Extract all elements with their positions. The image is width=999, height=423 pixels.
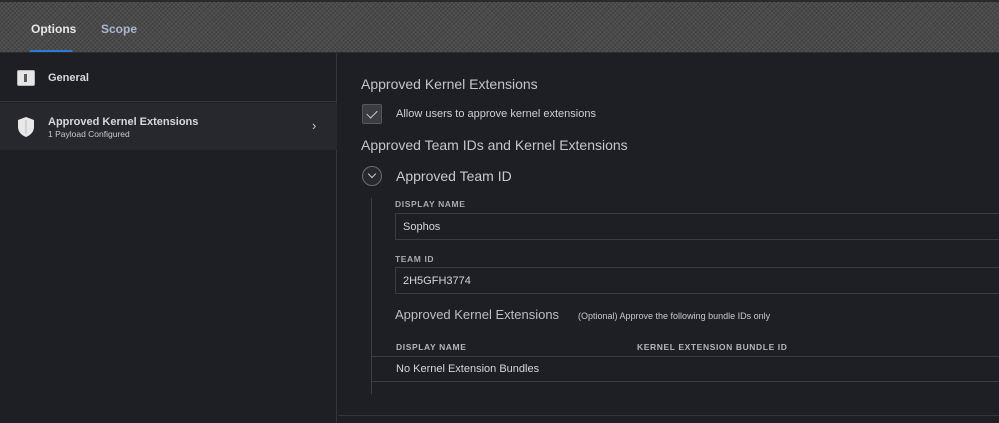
team-ids-section-title: Approved Team IDs and Kernel Extensions — [361, 137, 628, 153]
sidebar-item-label: Approved Kernel Extensions — [48, 116, 199, 128]
column-header-display-name: DISPLAY NAME — [396, 342, 467, 352]
section-title: Approved Kernel Extensions — [361, 76, 538, 92]
kext-optional-note: (Optional) Approve the following bundle … — [578, 311, 771, 321]
sidebar-item-approved-kernel-extensions[interactable]: Approved Kernel Extensions 1 Payload Con… — [0, 103, 337, 150]
allow-users-approve-checkbox[interactable] — [362, 104, 382, 124]
table-row: No Kernel Extension Bundles — [372, 358, 999, 382]
active-tab-indicator — [30, 50, 72, 52]
sidebar-item-sublabel: 1 Payload Configured — [48, 129, 130, 139]
document-icon — [17, 70, 35, 86]
team-entry-title: Approved Team ID — [396, 168, 512, 184]
chevron-right-icon: › — [312, 118, 317, 133]
tab-scope[interactable]: Scope — [101, 22, 137, 36]
column-header-bundle-id: KERNEL EXTENSION BUNDLE ID — [637, 342, 788, 352]
collapse-team-button[interactable] — [362, 166, 382, 186]
kext-subsection-title: Approved Kernel Extensions — [395, 307, 560, 322]
top-tab-bar: Options Scope — [0, 0, 999, 53]
sidebar-item-general[interactable]: General — [0, 53, 337, 102]
shield-icon — [18, 117, 34, 137]
allow-users-approve-label: Allow users to approve kernel extensions — [396, 108, 596, 120]
team-id-label: TEAM ID — [395, 254, 435, 264]
payload-sidebar: General Approved Kernel Extensions 1 Pay… — [0, 53, 337, 423]
payload-settings-panel: Approved Kernel Extensions Allow users t… — [338, 53, 999, 423]
divider — [338, 415, 999, 416]
tab-options[interactable]: Options — [31, 22, 76, 36]
display-name-label: DISPLAY NAME — [395, 199, 466, 209]
team-id-input[interactable]: 2H5GFH3774 — [395, 267, 999, 294]
display-name-input[interactable]: Sophos — [395, 213, 999, 240]
sidebar-item-label: General — [48, 72, 89, 84]
kext-table-header: DISPLAY NAME KERNEL EXTENSION BUNDLE ID — [372, 335, 999, 357]
empty-table-message: No Kernel Extension Bundles — [396, 363, 540, 375]
